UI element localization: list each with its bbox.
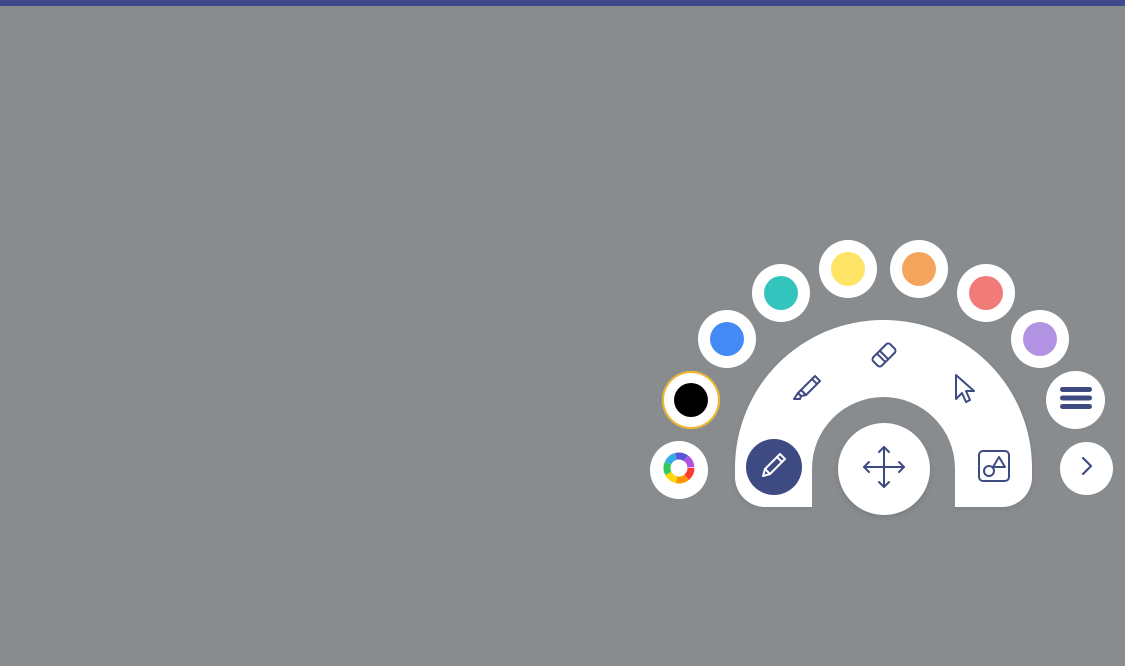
- pointer-icon: [944, 367, 984, 412]
- eraser-tool[interactable]: [862, 335, 906, 379]
- move-icon: [860, 443, 908, 496]
- color-wheel-icon: [662, 451, 696, 490]
- color-swatch-purple[interactable]: [1011, 310, 1069, 368]
- color-swatch-teal[interactable]: [752, 264, 810, 322]
- swatch-orange: [902, 252, 936, 286]
- color-picker-button[interactable]: [650, 441, 708, 499]
- chevron-right-icon: [1077, 454, 1097, 483]
- pencil-icon: [756, 447, 792, 488]
- move-button[interactable]: [838, 423, 930, 515]
- shapes-tool[interactable]: [972, 446, 1016, 490]
- color-swatch-orange[interactable]: [890, 240, 948, 298]
- color-swatch-yellow[interactable]: [819, 240, 877, 298]
- swatch-purple: [1023, 322, 1057, 356]
- shapes-icon: [974, 446, 1014, 491]
- swatch-yellow: [831, 252, 865, 286]
- highlighter-icon: [787, 367, 827, 412]
- eraser-icon: [864, 335, 904, 380]
- color-swatch-red[interactable]: [957, 264, 1015, 322]
- color-swatch-blue[interactable]: [698, 310, 756, 368]
- next-button[interactable]: [1060, 442, 1113, 495]
- top-bar: [0, 0, 1125, 6]
- menu-button[interactable]: [1046, 371, 1105, 429]
- highlighter-tool[interactable]: [785, 367, 829, 411]
- swatch-black: [674, 383, 708, 417]
- color-swatch-black[interactable]: [662, 371, 720, 429]
- pointer-tool[interactable]: [942, 367, 986, 411]
- swatch-teal: [764, 276, 798, 310]
- pencil-tool[interactable]: [746, 439, 802, 495]
- menu-icon: [1059, 384, 1093, 417]
- swatch-red: [969, 276, 1003, 310]
- swatch-blue: [710, 322, 744, 356]
